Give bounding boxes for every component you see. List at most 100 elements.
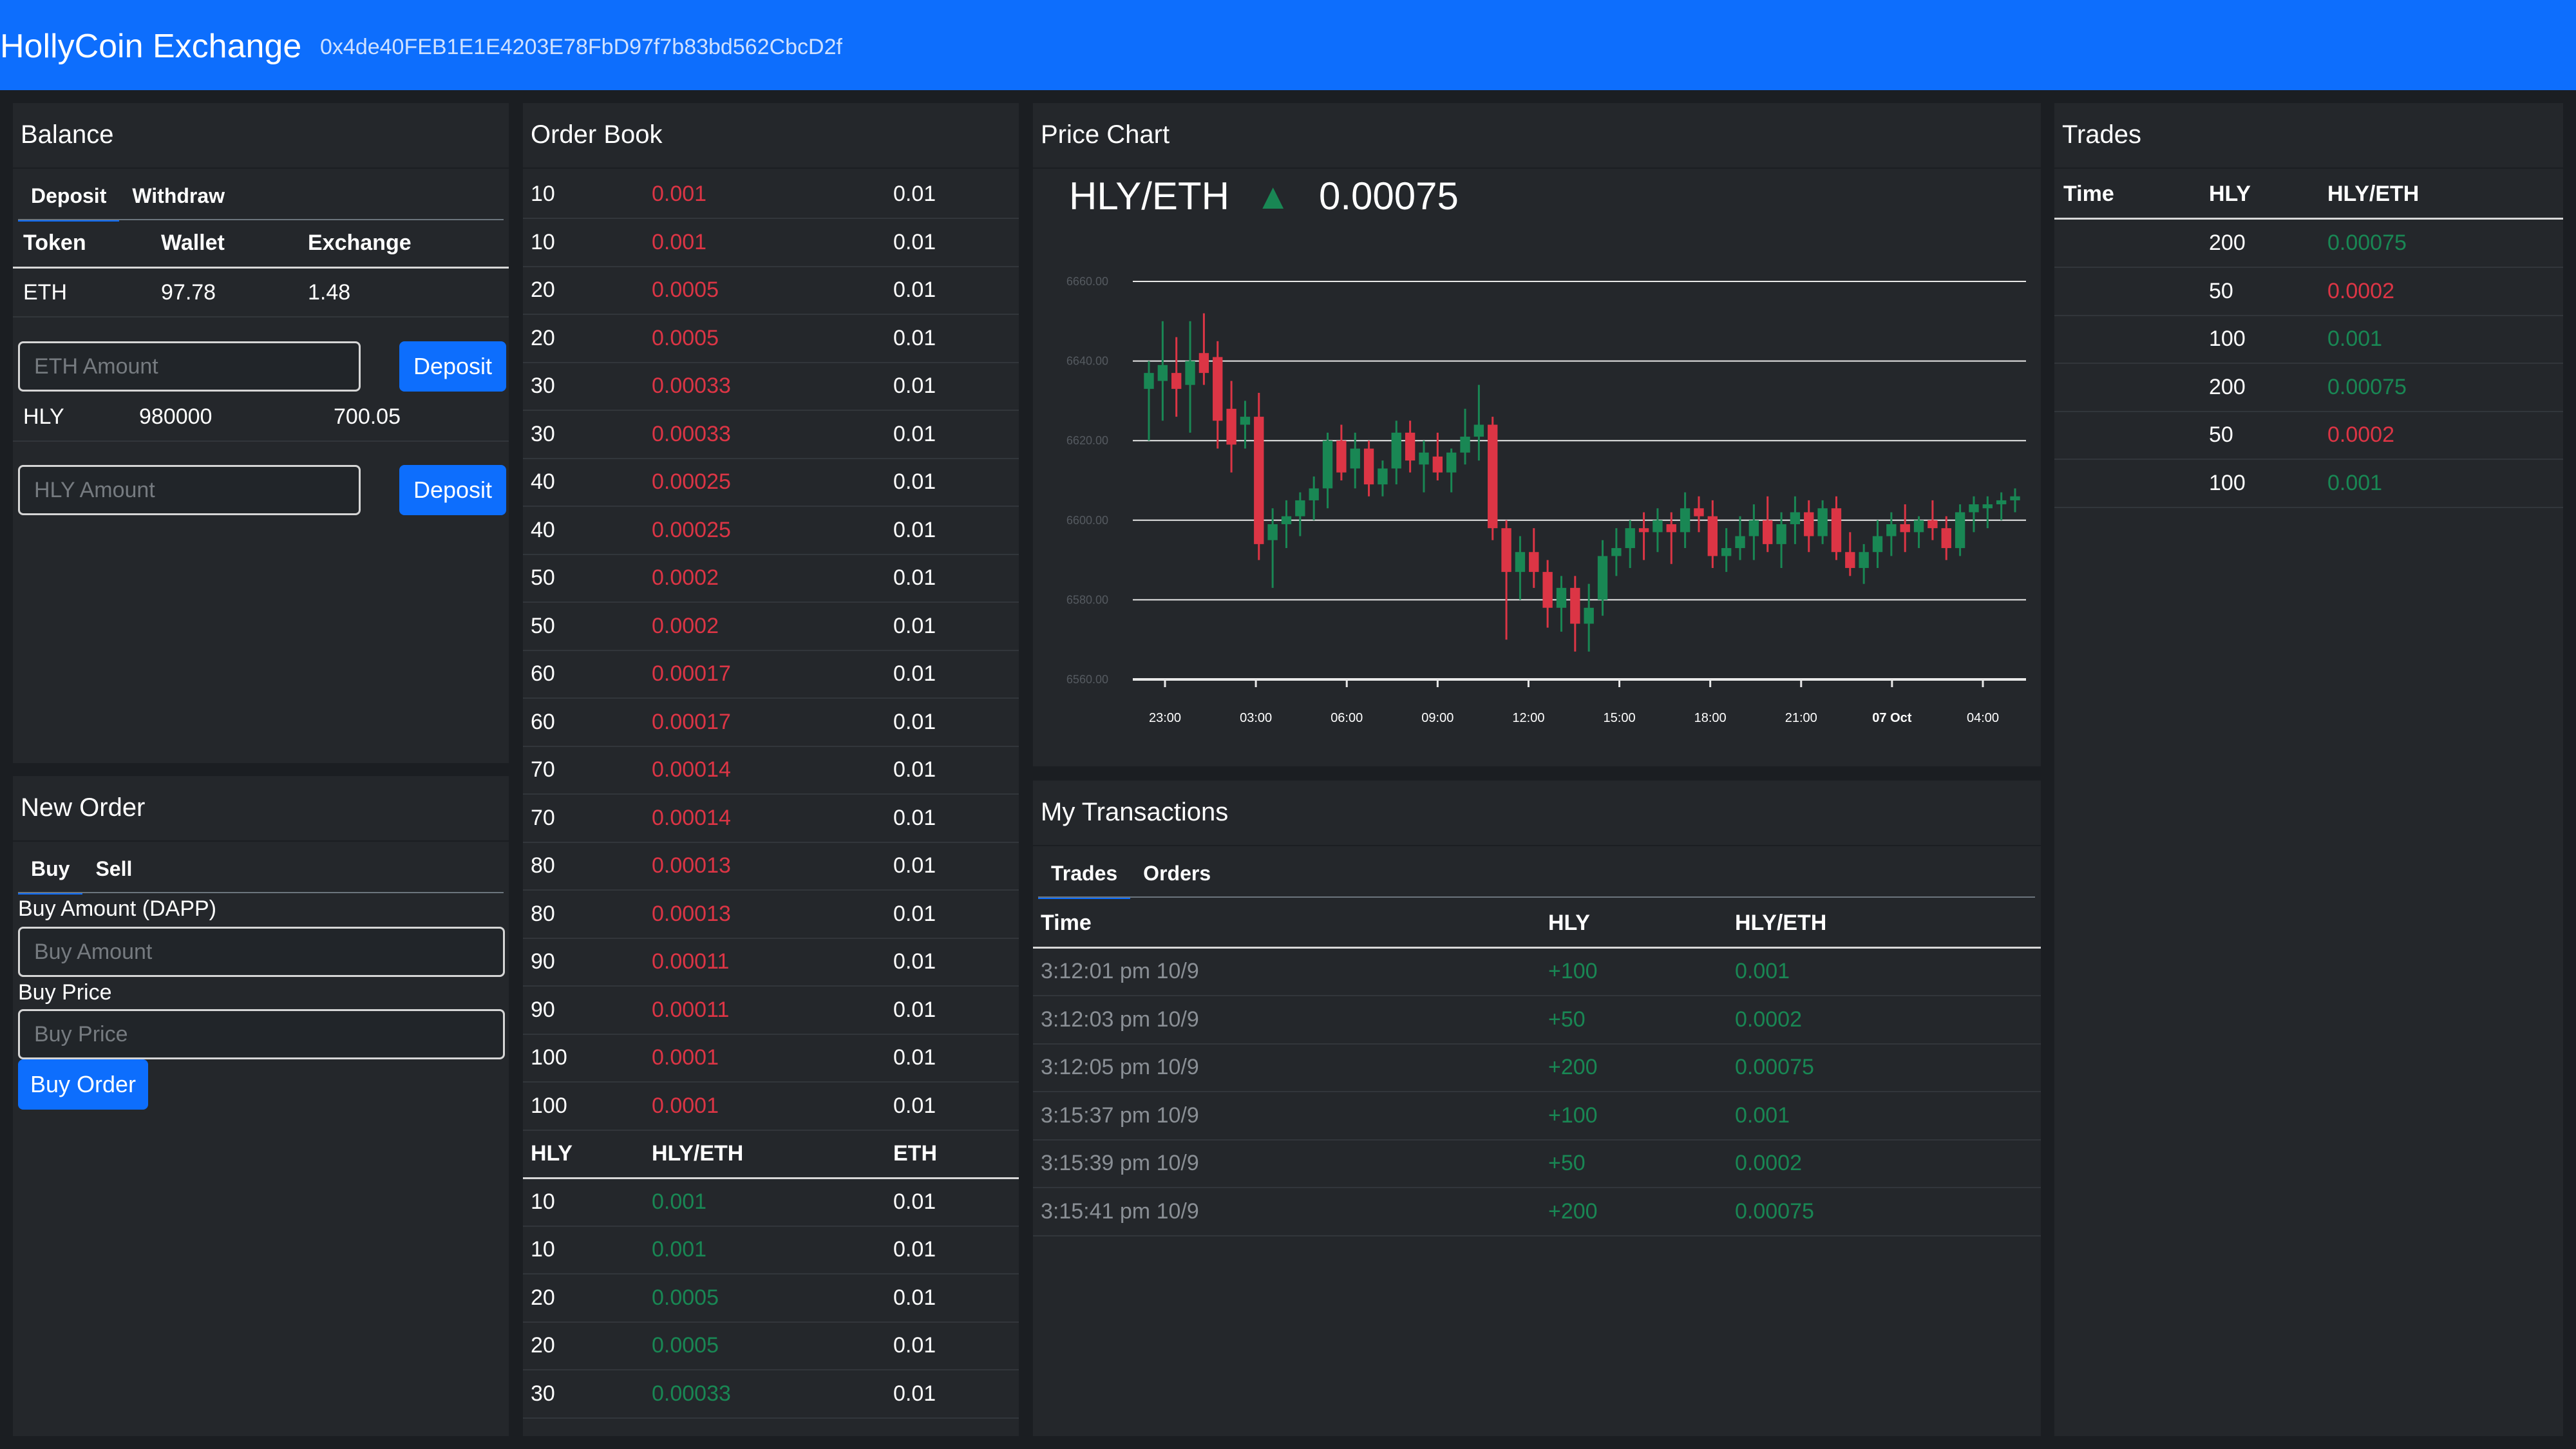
deposit-hly-button[interactable]: Deposit xyxy=(399,465,506,515)
sell-order-row[interactable]: 20 0.0005 0.01 xyxy=(523,266,1019,315)
sell-order-row[interactable]: 70 0.00014 0.01 xyxy=(523,746,1019,795)
order-total: 0.01 xyxy=(893,469,936,494)
candle-up xyxy=(1515,552,1526,573)
order-amount: 70 xyxy=(531,805,555,830)
order-amount: 90 xyxy=(531,949,555,974)
account-address[interactable]: 0x4de40FEB1E1E4203E78FbD97f7b83bd562CbcD… xyxy=(320,33,842,61)
transaction-row[interactable]: 3:12:05 pm 10/9 +200 0.00075 xyxy=(1033,1043,2041,1092)
deposit-eth-button[interactable]: Deposit xyxy=(399,341,506,392)
sell-order-row[interactable]: 60 0.00017 0.01 xyxy=(523,698,1019,747)
sell-order-row[interactable]: 100 0.0001 0.01 xyxy=(523,1082,1019,1131)
order-total: 0.01 xyxy=(893,805,936,830)
balance-row-hly: HLY 980000 700.05 xyxy=(13,393,509,442)
candle-down xyxy=(1845,552,1855,568)
divider xyxy=(523,167,1019,169)
order-total: 0.01 xyxy=(893,1333,936,1358)
sell-order-row[interactable]: 80 0.00013 0.01 xyxy=(523,890,1019,939)
transaction-row[interactable]: 3:12:01 pm 10/9 +100 0.001 xyxy=(1033,947,2041,996)
sell-order-row[interactable]: 80 0.00013 0.01 xyxy=(523,842,1019,891)
trade-row[interactable]: 100 0.001 xyxy=(2054,459,2563,508)
divider xyxy=(2054,167,2563,169)
buy-amount-input[interactable] xyxy=(18,927,505,977)
column-header-hly: HLY xyxy=(531,1141,573,1166)
transaction-row[interactable]: 3:15:39 pm 10/9 +50 0.0002 xyxy=(1033,1139,2041,1188)
sell-order-row[interactable]: 60 0.00017 0.01 xyxy=(523,650,1019,699)
buy-order-button[interactable]: Buy Order xyxy=(18,1059,148,1110)
trade-row[interactable]: 200 0.00075 xyxy=(2054,363,2563,412)
order-total: 0.01 xyxy=(893,997,936,1022)
order-amount: 20 xyxy=(531,325,555,350)
order-amount: 60 xyxy=(531,661,555,686)
sell-order-row[interactable]: 70 0.00014 0.01 xyxy=(523,794,1019,843)
column-header-price: HLY/ETH xyxy=(2327,182,2420,206)
order-amount: 40 xyxy=(531,517,555,542)
trade-row[interactable]: 50 0.0002 xyxy=(2054,267,2563,316)
order-amount: 50 xyxy=(531,565,555,590)
sell-order-row[interactable]: 10 0.001 0.01 xyxy=(523,170,1019,219)
candle-up xyxy=(1859,552,1869,568)
trade-amount: +50 xyxy=(1548,1007,1586,1032)
hly-amount-input[interactable] xyxy=(18,465,361,515)
tab-orders[interactable]: Orders xyxy=(1130,850,1224,896)
order-total: 0.01 xyxy=(893,853,936,878)
trade-price: 0.0002 xyxy=(2327,422,2394,447)
order-price: 0.00033 xyxy=(652,421,731,446)
x-tick-label: 23:00 xyxy=(1149,711,1181,725)
transaction-row[interactable]: 3:15:41 pm 10/9 +200 0.00075 xyxy=(1033,1188,2041,1236)
my-transactions-card: My Transactions Trades Orders Time HLY HLY… xyxy=(1033,781,2041,1436)
sell-order-row[interactable]: 30 0.00033 0.01 xyxy=(523,410,1019,459)
transaction-row[interactable]: 3:15:37 pm 10/9 +100 0.001 xyxy=(1033,1092,2041,1141)
sell-order-row[interactable]: 90 0.00011 0.01 xyxy=(523,938,1019,987)
order-price: 0.00011 xyxy=(652,949,730,974)
buy-order-row[interactable]: 20 0.0005 0.01 xyxy=(523,1321,1019,1370)
price-chart-card: Price Chart HLY/ETH ▲ 0.00075 6660.00 664… xyxy=(1033,103,2041,766)
buy-order-row[interactable]: 10 0.001 0.01 xyxy=(523,1178,1019,1227)
sell-order-row[interactable]: 40 0.00025 0.01 xyxy=(523,506,1019,555)
order-total: 0.01 xyxy=(893,517,936,542)
trade-row[interactable]: 200 0.00075 xyxy=(2054,219,2563,268)
sell-order-row[interactable]: 20 0.0005 0.01 xyxy=(523,314,1019,363)
buy-order-row[interactable]: 30 0.00033 0.01 xyxy=(523,1370,1019,1419)
tab-trades[interactable]: Trades xyxy=(1038,850,1131,899)
order-price: 0.00013 xyxy=(652,901,731,926)
candlestick-chart[interactable]: 6660.00 6640.00 6620.00 6600.00 6580.00 6560.… xyxy=(1033,103,2041,766)
order-amount: 10 xyxy=(531,182,555,206)
candle-up xyxy=(1653,520,1663,533)
tab-sell[interactable]: Sell xyxy=(82,846,145,892)
sell-order-row[interactable]: 10 0.001 0.01 xyxy=(523,218,1019,267)
trade-row[interactable]: 50 0.0002 xyxy=(2054,411,2563,460)
buy-order-row[interactable]: 10 0.001 0.01 xyxy=(523,1226,1019,1274)
order-price: 0.0005 xyxy=(652,278,719,302)
sell-order-row[interactable]: 50 0.0002 0.01 xyxy=(523,602,1019,651)
sell-order-row[interactable]: 30 0.00033 0.01 xyxy=(523,362,1019,411)
new-order-card: New Order Buy Sell Buy Amount (DAPP) Buy… xyxy=(13,776,509,1436)
order-total: 0.01 xyxy=(893,1381,936,1406)
trade-time: 3:12:01 pm 10/9 xyxy=(1041,959,1199,983)
trade-price: 0.001 xyxy=(2327,327,2383,351)
buy-price-input[interactable] xyxy=(18,1009,505,1059)
tab-buy[interactable]: Buy xyxy=(18,846,83,895)
trade-amount: +50 xyxy=(1548,1151,1586,1175)
candle-down xyxy=(1666,524,1676,533)
trade-price: 0.0002 xyxy=(2327,278,2394,303)
candle-up xyxy=(1913,520,1924,533)
candle-up xyxy=(1611,548,1622,556)
sell-order-row[interactable]: 40 0.00025 0.01 xyxy=(523,458,1019,507)
candle-up xyxy=(1350,448,1360,469)
trade-price: 0.00075 xyxy=(2327,231,2407,255)
tab-deposit[interactable]: Deposit xyxy=(18,173,120,222)
tab-withdraw[interactable]: Withdraw xyxy=(119,173,238,219)
eth-amount-input[interactable] xyxy=(18,341,361,392)
sell-order-row[interactable]: 90 0.00011 0.01 xyxy=(523,986,1019,1035)
sell-order-row[interactable]: 100 0.0001 0.01 xyxy=(523,1034,1019,1083)
top-navbar: HollyCoin Exchange 0x4de40FEB1E1E4203E78… xyxy=(0,0,2576,90)
buy-order-row[interactable]: 20 0.0005 0.01 xyxy=(523,1274,1019,1323)
trade-amount: 200 xyxy=(2209,374,2246,399)
transaction-row[interactable]: 3:12:03 pm 10/9 +50 0.0002 xyxy=(1033,996,2041,1045)
trade-row[interactable]: 100 0.001 xyxy=(2054,315,2563,364)
order-total: 0.01 xyxy=(893,1045,936,1070)
order-price: 0.0001 xyxy=(652,1045,719,1070)
sell-order-row[interactable]: 50 0.0002 0.01 xyxy=(523,554,1019,603)
candle-down xyxy=(1488,424,1498,529)
brand-title[interactable]: HollyCoin Exchange xyxy=(0,26,301,67)
